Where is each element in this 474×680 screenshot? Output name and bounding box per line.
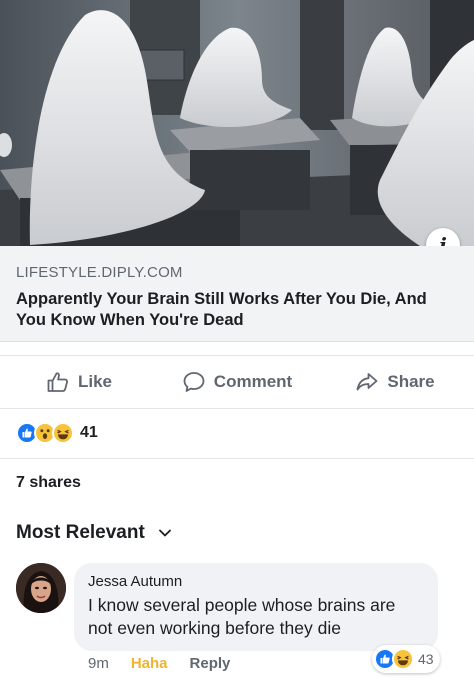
link-caption[interactable]: LIFESTYLE.DIPLY.COM Apparently Your Brai… (0, 246, 474, 342)
comment-reactions-summary[interactable]: 43 (372, 645, 440, 673)
thumbs-up-icon (47, 372, 68, 392)
covered-bodies-photo (0, 0, 474, 246)
sort-label: Most Relevant (16, 522, 145, 543)
comment-label: Comment (213, 372, 293, 391)
haha-reaction-icon (392, 648, 414, 670)
link-domain: LIFESTYLE.DIPLY.COM (16, 264, 183, 281)
share-arrow-icon (356, 373, 378, 391)
post-detail: i LIFESTYLE.DIPLY.COM Apparently Your Br… (0, 0, 474, 680)
post-action-bar: Like Comment Share (0, 355, 474, 409)
comment-reaction-count: 43 (418, 651, 434, 667)
reaction-count: 41 (80, 424, 98, 441)
comment-bubble[interactable]: Jessa Autumn I know several people whose… (74, 563, 438, 651)
avatar[interactable] (16, 563, 66, 613)
divider (0, 458, 474, 459)
like-button[interactable]: Like (0, 356, 158, 408)
comment-reply-button[interactable]: Reply (190, 655, 231, 672)
comment-haha-button[interactable]: Haha (131, 655, 168, 672)
share-label: Share (387, 372, 435, 391)
comment-sort-dropdown[interactable]: Most Relevant (16, 522, 171, 544)
link-preview-image[interactable] (0, 0, 474, 246)
reactions-summary[interactable]: 41 (16, 420, 98, 446)
comment-icon (183, 372, 205, 392)
comment-timestamp: 9m (88, 655, 109, 672)
comment-author[interactable]: Jessa Autumn (88, 573, 424, 590)
haha-reaction-icon (52, 422, 74, 444)
user-avatar-image (16, 563, 66, 613)
shares-count[interactable]: 7 shares (16, 474, 81, 492)
like-label: Like (77, 372, 113, 391)
share-button[interactable]: Share (316, 356, 474, 408)
comment-button[interactable]: Comment (158, 356, 316, 408)
chevron-down-icon (158, 529, 171, 537)
comment-text: I know several people whose brains are n… (88, 595, 396, 638)
comment-actions: 9m Haha Reply (88, 655, 230, 672)
link-title: Apparently Your Brain Still Works After … (16, 290, 427, 329)
